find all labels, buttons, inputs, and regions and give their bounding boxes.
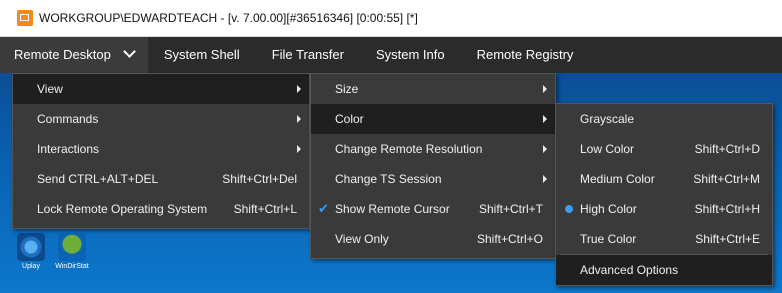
menu-item-shortcut: Shift+Ctrl+L xyxy=(233,202,297,216)
chevron-down-icon xyxy=(122,45,136,58)
menu-item-label: Grayscale xyxy=(580,112,635,126)
menubar: Remote Desktop System Shell File Transfe… xyxy=(0,37,782,73)
menu-item-view-only[interactable]: View Only Shift+Ctrl+O xyxy=(311,224,555,254)
submenu-arrow-icon xyxy=(297,145,301,153)
menu-item-shortcut: Shift+Ctrl+E xyxy=(695,232,760,246)
submenu-arrow-icon xyxy=(297,115,301,123)
menu-item-label: View Only xyxy=(335,232,389,246)
submenu-arrow-icon xyxy=(297,85,301,93)
menu-item-label: Show Remote Cursor xyxy=(335,202,450,216)
menu-item-shortcut: Shift+Ctrl+T xyxy=(478,202,543,216)
menu-item-shortcut: Shift+Ctrl+Del xyxy=(222,172,297,186)
checkmark-icon: ✔ xyxy=(318,201,329,216)
menu-item-interactions[interactable]: Interactions xyxy=(13,134,309,164)
menu-item-label: Commands xyxy=(37,112,99,126)
menu-item-show-remote-cursor[interactable]: ✔ Show Remote Cursor Shift+Ctrl+T xyxy=(311,194,555,224)
menu-item-label: Send CTRL+ALT+DEL xyxy=(37,172,159,186)
menu-item-commands[interactable]: Commands xyxy=(13,104,309,134)
menu-item-color[interactable]: Color xyxy=(311,104,555,134)
menu-item-view[interactable]: View xyxy=(13,74,309,104)
menu-remote-desktop-label: Remote Desktop xyxy=(14,47,111,62)
menu-item-shortcut: Shift+Ctrl+O xyxy=(476,232,543,246)
menu-item-label: Medium Color xyxy=(580,172,655,186)
menu-item-high-color[interactable]: High Color Shift+Ctrl+H xyxy=(556,194,772,224)
submenu-arrow-icon xyxy=(543,145,547,153)
menu-item-change-ts-session[interactable]: Change TS Session xyxy=(311,164,555,194)
menu-item-medium-color[interactable]: Medium Color Shift+Ctrl+M xyxy=(556,164,772,194)
menu-item-label: Change TS Session xyxy=(335,172,442,186)
menu-item-shortcut: Shift+Ctrl+H xyxy=(694,202,760,216)
radio-selected-icon xyxy=(565,205,573,213)
menu-item-shortcut: Shift+Ctrl+D xyxy=(694,142,760,156)
menu-item-label: Size xyxy=(335,82,359,96)
submenu-arrow-icon xyxy=(543,175,547,183)
desktop-icon-label: WinDirStat xyxy=(55,263,89,270)
menu-system-shell[interactable]: System Shell xyxy=(148,37,256,73)
menu-item-label: Change Remote Resolution xyxy=(335,142,483,156)
menu-item-size[interactable]: Size xyxy=(311,74,555,104)
menu-item-true-color[interactable]: True Color Shift+Ctrl+E xyxy=(556,224,772,254)
app-icon xyxy=(17,10,33,26)
menu-item-label: Low Color xyxy=(580,142,635,156)
menu-item-change-remote-resolution[interactable]: Change Remote Resolution xyxy=(311,134,555,164)
menu-item-lock-remote-os[interactable]: Lock Remote Operating System Shift+Ctrl+… xyxy=(13,194,309,224)
view-submenu: Size Color Change Remote Resolution Chan… xyxy=(310,73,556,259)
menu-item-advanced-options[interactable]: Advanced Options xyxy=(556,255,772,285)
title-bar: WORKGROUP\EDWARDTEACH - [v. 7.00.00][#36… xyxy=(0,0,782,37)
desktop-icon-uplay[interactable]: Uplay xyxy=(13,233,49,270)
desktop-icon-label: Uplay xyxy=(22,263,40,270)
submenu-arrow-icon xyxy=(543,115,547,123)
menu-item-label: Interactions xyxy=(37,142,100,156)
desktop-icon-windirstat[interactable]: WinDirStat xyxy=(54,233,90,270)
menu-item-grayscale[interactable]: Grayscale xyxy=(556,104,772,134)
uplay-icon xyxy=(17,233,45,261)
menu-item-label: Advanced Options xyxy=(580,263,679,277)
menu-item-label: Lock Remote Operating System xyxy=(37,202,208,216)
menu-remote-desktop[interactable]: Remote Desktop xyxy=(0,37,148,73)
menu-item-label: True Color xyxy=(580,232,637,246)
menu-item-shortcut: Shift+Ctrl+M xyxy=(693,172,760,186)
color-submenu: Grayscale Low Color Shift+Ctrl+D Medium … xyxy=(555,103,773,286)
menu-file-transfer[interactable]: File Transfer xyxy=(256,37,360,73)
menu-item-label: Color xyxy=(335,112,364,126)
menu-item-label: High Color xyxy=(580,202,637,216)
menu-item-low-color[interactable]: Low Color Shift+Ctrl+D xyxy=(556,134,772,164)
window-title: WORKGROUP\EDWARDTEACH - [v. 7.00.00][#36… xyxy=(39,11,418,25)
menu-system-info[interactable]: System Info xyxy=(360,37,461,73)
menu-remote-registry[interactable]: Remote Registry xyxy=(461,37,590,73)
menu-item-label: View xyxy=(37,82,63,96)
submenu-arrow-icon xyxy=(543,85,547,93)
menu-item-send-ctrl-alt-del[interactable]: Send CTRL+ALT+DEL Shift+Ctrl+Del xyxy=(13,164,309,194)
windirstat-icon xyxy=(58,233,86,261)
remote-desktop-menu: View Commands Interactions Send CTRL+ALT… xyxy=(12,73,310,229)
